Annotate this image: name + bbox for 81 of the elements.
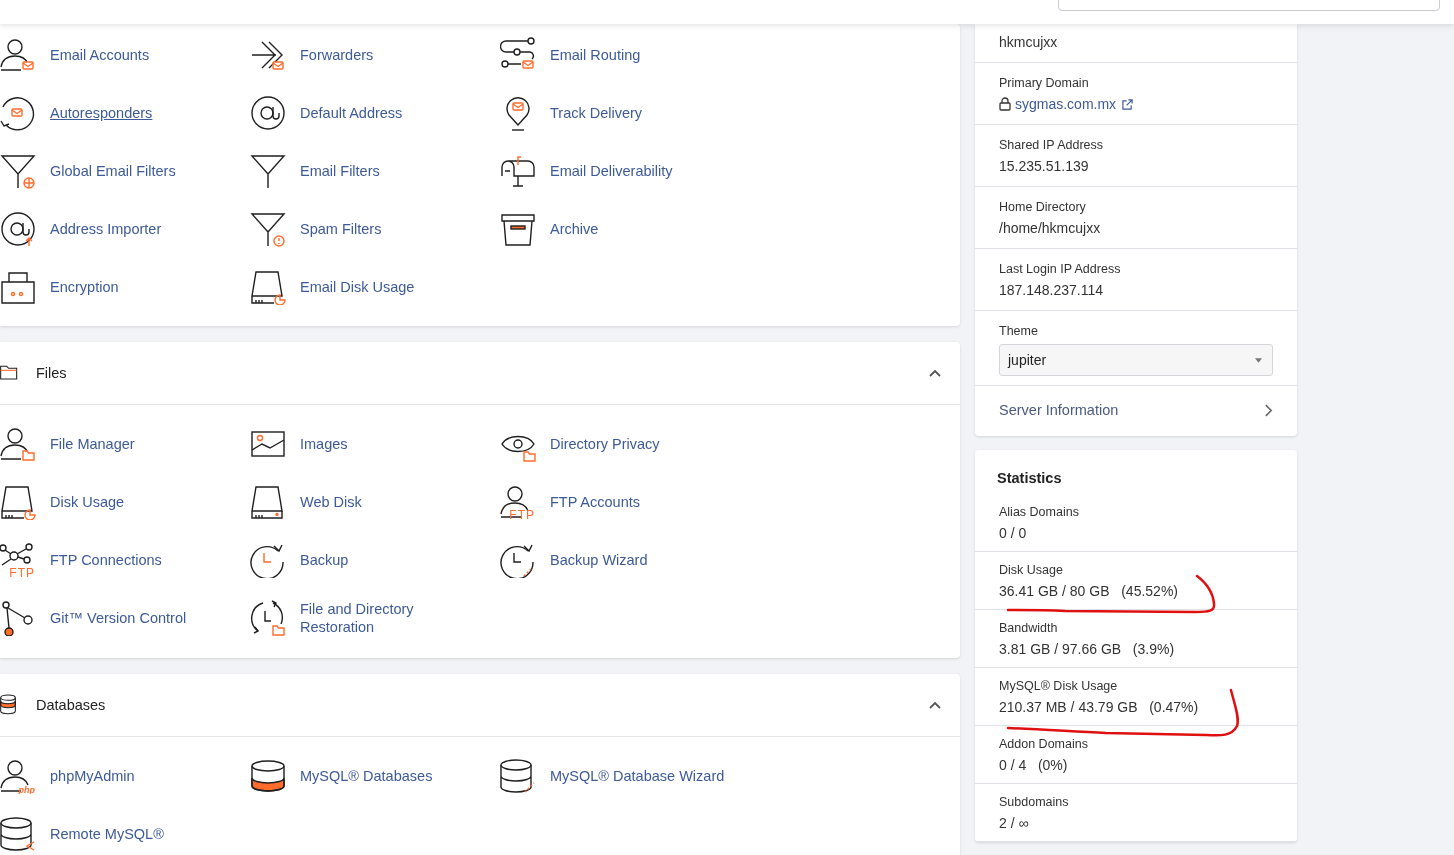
external-link-icon[interactable] [1122,98,1134,110]
tool-link[interactable]: Encryption [50,278,119,296]
info-label: Last Login IP Address [999,262,1122,276]
tool-link[interactable]: FTP Connections [50,551,162,569]
lock-box-icon[interactable] [0,269,36,305]
tool-link[interactable]: FTP Accounts [550,493,640,511]
tool-link[interactable]: Track Delivery [550,104,643,122]
database-wand-icon[interactable] [500,758,536,794]
database-icon[interactable] [250,758,286,794]
restore-folder-icon[interactable] [250,600,286,636]
tool-link[interactable]: Forwarders [300,46,374,64]
server-information-link[interactable]: Server Information [999,402,1119,418]
tool-link[interactable]: Default Address [300,104,403,122]
info-label: Primary Domain [999,76,1090,90]
stat-label: Subdomains [999,795,1070,809]
stat-value: 36.41 GB / 80 GB (45.52%) [999,583,1179,599]
tool-link[interactable]: Global Email Filters [50,162,176,180]
domain-link[interactable]: sygmas.com.mx [1015,96,1117,112]
info-value: 15.235.51.139 [999,158,1090,174]
funnel-icon[interactable] [250,153,286,189]
tool-link[interactable]: MySQL® Databases [300,767,433,785]
disk-chart-icon[interactable] [0,484,36,520]
stat-value: 2 / ∞ [999,815,1030,831]
tool-link[interactable]: Email Accounts [50,46,150,64]
stat-value: 210.37 MB / 43.79 GB (0.47%) [999,699,1200,715]
tool-link[interactable]: Directory Privacy [550,435,660,453]
mailbox-icon[interactable] [500,153,536,189]
archive-box-icon[interactable] [500,211,536,247]
clock-wand-icon[interactable] [500,542,536,578]
tool-link[interactable]: MySQL® Database Wizard [550,767,725,785]
at-sign-upload-icon[interactable] [0,211,36,247]
chevron-right-icon [1264,403,1273,417]
tool-link[interactable]: Disk Usage [50,493,125,511]
disk-chart-icon[interactable] [250,269,286,305]
statistics-title: Statistics [996,470,1063,488]
tool-link[interactable]: Web Disk [300,493,362,511]
stat-value: 0 / 4 (0%) [999,757,1069,773]
tool-link[interactable]: Email Routing [550,46,641,64]
tool-link[interactable]: Email Disk Usage [300,278,415,296]
clock-arrow-icon[interactable] [250,542,286,578]
info-value: hkmcujxx [999,34,1059,50]
info-value: /home/hkmcujxx [999,220,1102,236]
tool-link[interactable]: Autoresponders [50,104,153,122]
info-label: Theme [999,324,1039,338]
tool-link[interactable]: Backup [300,551,349,569]
caret-icon [1255,357,1262,363]
user-folder-icon[interactable] [0,426,36,462]
section-title: Files [36,365,68,381]
circle-envelope-icon[interactable] [0,95,36,131]
user-envelope-icon[interactable] [0,37,36,73]
database-remote-icon[interactable] [0,816,36,852]
section-title: Databases [36,697,107,713]
tool-link[interactable]: Spam Filters [300,220,382,238]
at-sign-icon[interactable] [250,95,286,131]
branch-icon[interactable] [0,600,36,636]
stat-value: 3.81 GB / 97.66 GB (3.9%) [999,641,1176,657]
tool-link[interactable]: Backup Wizard [550,551,648,569]
tool-link[interactable]: Git™ Version Control [50,609,187,627]
stat-label: MySQL® Disk Usage [999,679,1119,693]
stat-label: Alias Domains [999,505,1080,519]
stat-label: Addon Domains [999,737,1089,751]
tool-link[interactable]: Email Deliverability [550,162,673,180]
stat-value: 0 / 0 [999,525,1028,541]
stat-label: Bandwidth [999,621,1059,635]
stat-label: Disk Usage [999,563,1064,577]
info-value: 187.148.237.114 [999,282,1105,298]
tool-link[interactable]: Archive [550,220,599,238]
tool-link[interactable]: phpMyAdmin [50,767,135,785]
tool-link[interactable]: Email Filters [300,162,380,180]
funnel-alert-icon[interactable] [250,211,286,247]
tool-link[interactable]: File Manager [50,435,135,453]
info-label: Home Directory [999,200,1087,214]
theme-select[interactable]: jupiter [999,344,1273,376]
tool-link[interactable]: Remote MySQL® [50,825,164,843]
disk-icon[interactable] [250,484,286,520]
tool-link[interactable]: File and Directory Restoration [300,600,475,636]
lock-icon [999,97,1011,111]
tool-link[interactable]: Images [300,435,348,453]
funnel-globe-icon[interactable] [0,153,36,189]
tool-link[interactable]: Address Importer [50,220,162,238]
info-label: Shared IP Address [999,138,1104,152]
